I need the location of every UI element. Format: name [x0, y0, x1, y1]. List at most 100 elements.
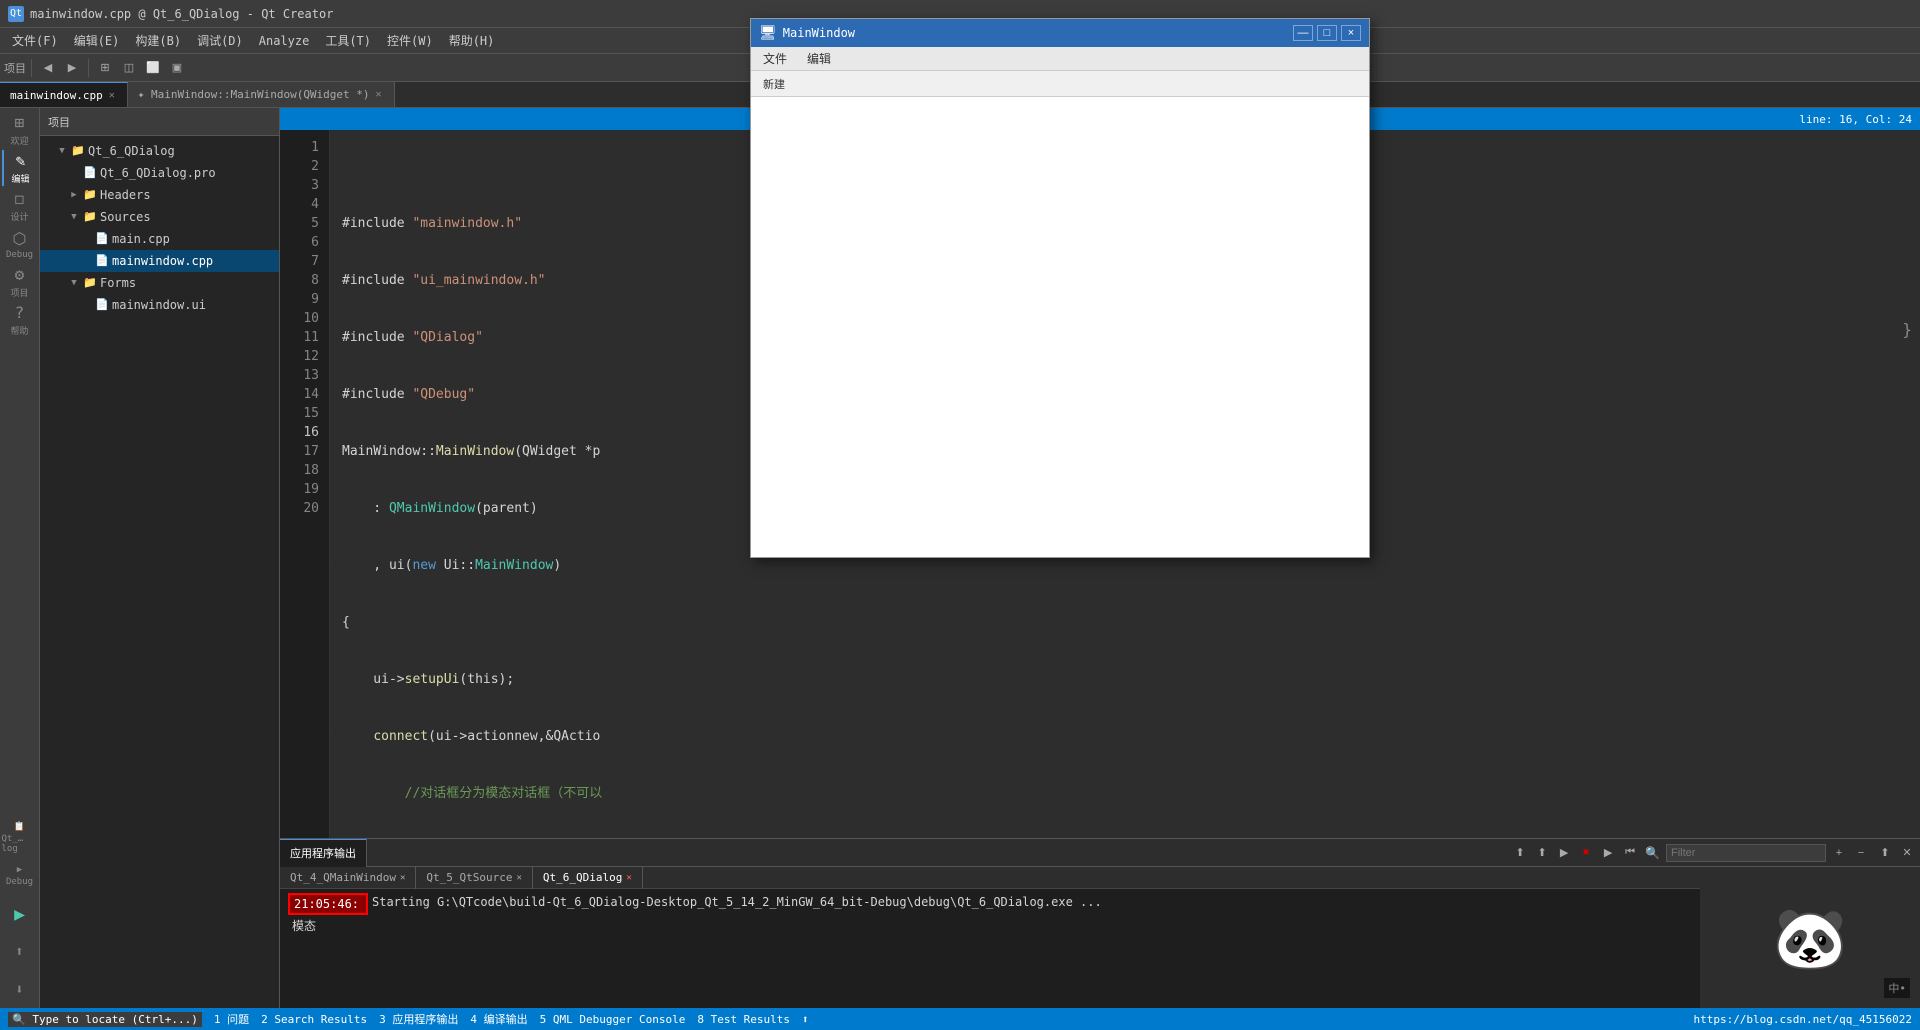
menu-build[interactable]: 构建(B)	[127, 29, 189, 52]
toolbar-btn3[interactable]: ⊞	[94, 57, 116, 79]
sidebar-debug-btn[interactable]: ⬡ Debug	[2, 226, 38, 262]
tree-item-sources[interactable]: ▼ 📁 Sources	[40, 206, 279, 228]
tree-label-sources: Sources	[100, 210, 151, 224]
bottom-subtab-qt6[interactable]: Qt_6_QDialog ✕	[533, 867, 643, 889]
toolbar-btn5[interactable]: ⬜	[142, 57, 164, 79]
line-12: 12	[280, 347, 319, 366]
status-appoutput[interactable]: 3 应用程序输出	[379, 1011, 458, 1027]
sidebar-help-btn[interactable]: ? 帮助	[2, 302, 38, 338]
search-icon: 🔍	[12, 1013, 26, 1026]
tree-item-mainwindow-cpp[interactable]: 📄 mainwindow.cpp	[40, 250, 279, 272]
dialog-close-btn[interactable]: ×	[1341, 25, 1361, 41]
tree-label-main-cpp: main.cpp	[112, 232, 170, 246]
menu-tools[interactable]: 工具(T)	[317, 29, 379, 52]
sidebar-step-btn[interactable]: ⬆	[2, 934, 38, 970]
output-text-1: Starting G:\QTcode\build-Qt_6_QDialog-De…	[372, 893, 1102, 911]
bottom-sep: 🔍	[1645, 846, 1660, 860]
tree-item-mainwindow-ui[interactable]: 📄 mainwindow.ui	[40, 294, 279, 316]
search-box[interactable]: 🔍 Type to locate (Ctrl+...)	[8, 1012, 202, 1027]
toolbar-btn6[interactable]: ▣	[166, 57, 188, 79]
filter-input[interactable]	[1666, 844, 1826, 862]
file-tab-mainwindow-constructor[interactable]: ✦ MainWindow::MainWindow(QWidget *) ✕	[128, 82, 395, 108]
code-line-9: ui->setupUi(this);	[342, 670, 1908, 689]
output-line-1: 21:05:46: Starting G:\QTcode\build-Qt_6_…	[288, 893, 1912, 915]
toolbar-back-btn[interactable]: ◀	[37, 57, 59, 79]
dialog-mainwindow[interactable]: 🖥 MainWindow — □ × 文件 编辑 新建	[750, 18, 1370, 558]
code-line-8: {	[342, 613, 1908, 632]
tree-item-main-cpp[interactable]: 📄 main.cpp	[40, 228, 279, 250]
status-right: https://blog.csdn.net/qq_45156022	[1693, 1013, 1912, 1026]
sidebar-qtlog-btn[interactable]: 📋 Qt_…log	[2, 820, 38, 856]
bottom-toolbar-btn3[interactable]: ▶	[1555, 844, 1573, 862]
tree-item-pro[interactable]: 📄 Qt_6_QDialog.pro	[40, 162, 279, 184]
headers-folder-icon: 📁	[83, 188, 97, 202]
menu-analyze[interactable]: Analyze	[251, 31, 318, 51]
bottom-close-btn[interactable]: ✕	[1898, 844, 1916, 862]
sidebar-debugrun-btn[interactable]: ▶ Debug	[2, 858, 38, 894]
dialog-menu-file[interactable]: 文件	[757, 48, 793, 69]
tree-item-forms[interactable]: ▼ 📁 Forms	[40, 272, 279, 294]
line-5: 5	[280, 214, 319, 233]
dialog-new-btn[interactable]: 新建	[755, 74, 793, 94]
bottom-content: 21:05:46: Starting G:\QTcode\build-Qt_6_…	[280, 889, 1920, 1008]
status-testresults[interactable]: 8 Test Results	[697, 1013, 790, 1026]
bottom-toolbar-btn2[interactable]: ⬆	[1533, 844, 1551, 862]
bottom-filter-add[interactable]: +	[1830, 844, 1848, 862]
line-20: 20	[280, 499, 319, 518]
bottom-filter-remove[interactable]: −	[1852, 844, 1870, 862]
bottom-toolbar-btn4[interactable]: ⏹	[1577, 844, 1595, 862]
menu-file[interactable]: 文件(F)	[4, 29, 66, 52]
subtab-qt6-close[interactable]: ✕	[626, 873, 631, 883]
dialog-maximize-btn[interactable]: □	[1317, 25, 1337, 41]
menu-controls[interactable]: 控件(W)	[379, 29, 441, 52]
line-6: 6	[280, 233, 319, 252]
status-compileoutput[interactable]: 4 编译输出	[470, 1011, 527, 1027]
sidebar-design-btn[interactable]: ◻ 设计	[2, 188, 38, 224]
tree-item-headers[interactable]: ▶ 📁 Headers	[40, 184, 279, 206]
bottom-toolbar-btn5[interactable]: ▶	[1599, 844, 1617, 862]
status-up-arrow[interactable]: ⬆	[802, 1013, 809, 1026]
code-line-7: ▾ , ui(new Ui::MainWindow)	[342, 556, 1908, 575]
file-tab-mainwindow-cpp[interactable]: mainwindow.cpp ✕	[0, 82, 128, 108]
step-icon: ⬆	[15, 944, 23, 960]
bottom-toolbar-btn6[interactable]: ⏮	[1621, 844, 1639, 862]
subtab-qt5-close[interactable]: ✕	[516, 873, 521, 883]
sidebar-welcome-btn[interactable]: ⊞ 欢迎	[2, 112, 38, 148]
bottom-subtab-qt5[interactable]: Qt_5_QtSource ✕	[416, 867, 533, 889]
menu-help[interactable]: 帮助(H)	[441, 29, 503, 52]
project-panel: 项目 ▼ 📁 Qt_6_QDialog 📄 Qt_6_QDialog.pro ▶…	[40, 108, 280, 1008]
bottom-expand-btn[interactable]: ⬆	[1876, 844, 1894, 862]
project-icon: ⚙	[15, 265, 25, 284]
status-problems[interactable]: 1 问题	[214, 1011, 249, 1027]
bottom-tab-appoutput[interactable]: 应用程序输出	[280, 839, 367, 867]
status-qml[interactable]: 5 QML Debugger Console	[540, 1013, 686, 1026]
sidebar-edit-btn[interactable]: ✎ 编辑	[2, 150, 38, 186]
dialog-minimize-btn[interactable]: —	[1293, 25, 1313, 41]
toolbar-sep2	[88, 59, 89, 77]
toolbar-btn4[interactable]: ◫	[118, 57, 140, 79]
tree-item-qt6qdialog[interactable]: ▼ 📁 Qt_6_QDialog	[40, 140, 279, 162]
menu-debug[interactable]: 调试(D)	[189, 29, 251, 52]
sidebar-run-btn[interactable]: ▶	[2, 896, 38, 932]
subtab-qt6-label: Qt_6_QDialog	[543, 871, 622, 884]
bottom-panel: 应用程序输出 ⬆ ⬆ ▶ ⏹ ▶ ⏮ 🔍 + − ⬆ ✕	[280, 838, 1920, 1008]
status-search[interactable]: 2 Search Results	[261, 1013, 367, 1026]
dialog-menu-bar: 文件 编辑	[751, 47, 1369, 71]
qtlog-icon: 📋	[14, 822, 25, 832]
debugrun-icon: ▶	[17, 865, 22, 875]
output-line-2: 模态	[288, 917, 1912, 935]
status-url[interactable]: https://blog.csdn.net/qq_45156022	[1693, 1013, 1912, 1026]
bottom-subtab-qt4[interactable]: Qt_4_QMainWindow ✕	[280, 867, 416, 889]
tree-label: Qt_6_QDialog	[88, 144, 175, 158]
dialog-menu-edit[interactable]: 编辑	[801, 48, 837, 69]
menu-edit[interactable]: 编辑(E)	[66, 29, 128, 52]
sidebar-project-btn[interactable]: ⚙ 项目	[2, 264, 38, 300]
toolbar-project-btn[interactable]: 项目	[4, 57, 26, 79]
file-tab-close-2[interactable]: ✕	[374, 88, 384, 101]
toolbar-forward-btn[interactable]: ▶	[61, 57, 83, 79]
subtab-qt4-close[interactable]: ✕	[400, 873, 405, 883]
code-line-11: //对话框分为模态对话框（不可以	[342, 784, 1908, 803]
bottom-toolbar-btn1[interactable]: ⬆	[1511, 844, 1529, 862]
sidebar-stop-btn[interactable]: ⬇	[2, 972, 38, 1008]
file-tab-close-1[interactable]: ✕	[107, 89, 117, 102]
